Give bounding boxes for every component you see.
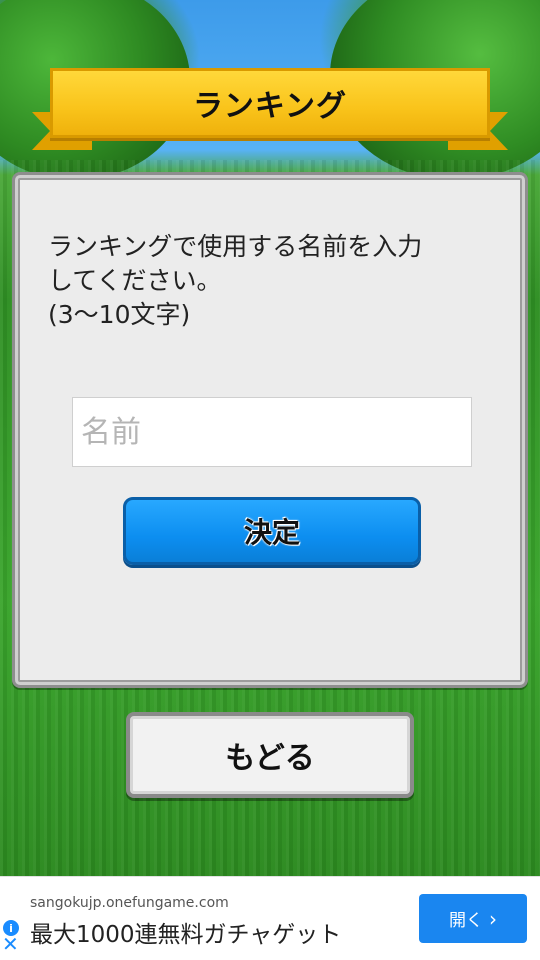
instruction-line: (3〜10文字) (48, 300, 191, 329)
ad-domain: sangokujp.onefungame.com (30, 895, 229, 911)
ad-open-label: 開く (449, 911, 483, 931)
screen-title: ランキング (192, 89, 348, 124)
confirm-button-label: 決定 (243, 516, 300, 549)
name-entry-panel: ランキングで使用する名前を入力 してください。 (3〜10文字) 決定 (12, 172, 528, 688)
instruction-line: してください。 (48, 266, 222, 295)
instruction-text: ランキングで使用する名前を入力 してください。 (3〜10文字) (48, 230, 508, 332)
ad-close-icon[interactable]: ✕ (2, 934, 20, 954)
back-button-label: もどる (225, 741, 315, 776)
name-input[interactable] (72, 397, 472, 467)
chevron-right-icon: › (489, 906, 497, 931)
title-banner: ランキング (50, 68, 490, 138)
confirm-button[interactable]: 決定 (123, 497, 421, 565)
ad-open-button[interactable]: 開く › (419, 894, 527, 943)
back-button[interactable]: もどる (126, 712, 414, 798)
instruction-line: ランキングで使用する名前を入力 (48, 232, 423, 261)
ad-banner[interactable]: i ✕ sangokujp.onefungame.com 最大1000連無料ガチ… (0, 876, 540, 960)
ad-headline[interactable]: 最大1000連無料ガチャゲット (30, 915, 341, 949)
